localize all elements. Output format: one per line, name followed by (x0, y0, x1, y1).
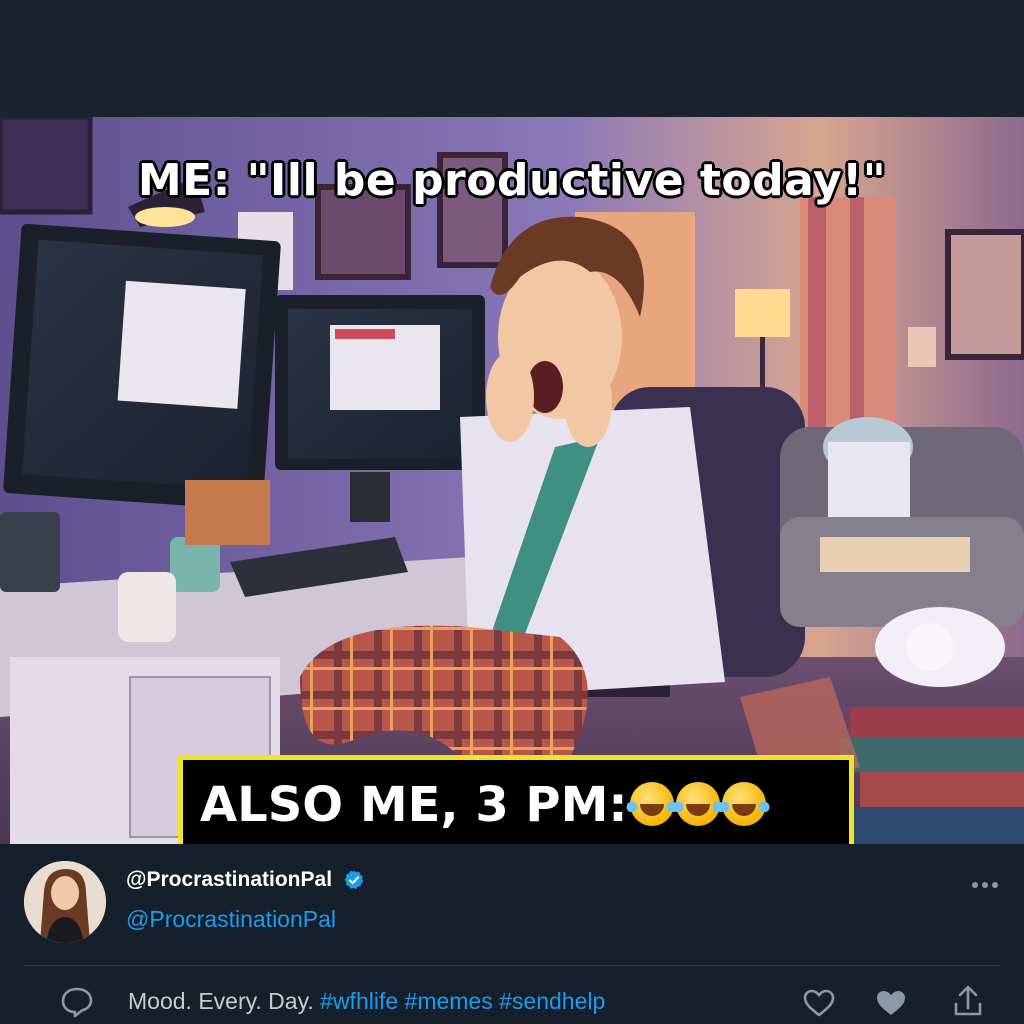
post-bottom-row: Mood. Every. Day. #wfhlife #memes #sendh… (0, 980, 1024, 1024)
tweet-text-plain: Mood. Every. Day. (128, 988, 321, 1014)
top-bar (0, 0, 1024, 117)
laughing-crying-emoji-icon (671, 782, 724, 826)
author-info: @ProcrastinationPal (126, 868, 365, 892)
more-icon[interactable] (970, 880, 1000, 890)
hashtag-link[interactable]: #wfhlife (320, 988, 398, 1014)
handle[interactable]: @ProcrastinationPal (126, 906, 336, 933)
verified-icon (344, 870, 363, 890)
hashtag-link[interactable]: #memes (405, 988, 493, 1014)
comment-icon[interactable] (60, 986, 94, 1018)
divider (24, 965, 1000, 966)
hashtag-link[interactable]: #sendhelp (499, 988, 605, 1014)
like-icon[interactable] (802, 988, 836, 1018)
avatar-portrait (24, 861, 106, 943)
top-caption: ME: "Ill be productive today!" (137, 155, 887, 206)
laughing-crying-emoji-icon (717, 782, 770, 826)
laughing-crying-emoji-icon (625, 782, 678, 826)
bottom-caption-text: ALSO ME, 3 PM: (200, 777, 628, 833)
tweet-text: Mood. Every. Day. #wfhlife #memes #sendh… (128, 988, 605, 1015)
avatar[interactable] (24, 861, 106, 943)
share-icon[interactable] (952, 984, 984, 1018)
bottom-caption: ALSO ME, 3 PM: (178, 755, 854, 844)
meme-illustration (0, 117, 1024, 844)
meme-image[interactable]: ME: "Ill be productive today!" ALSO ME, … (0, 117, 1024, 844)
display-name[interactable]: @ProcrastinationPal (126, 868, 332, 892)
like-filled-icon[interactable] (874, 988, 908, 1018)
